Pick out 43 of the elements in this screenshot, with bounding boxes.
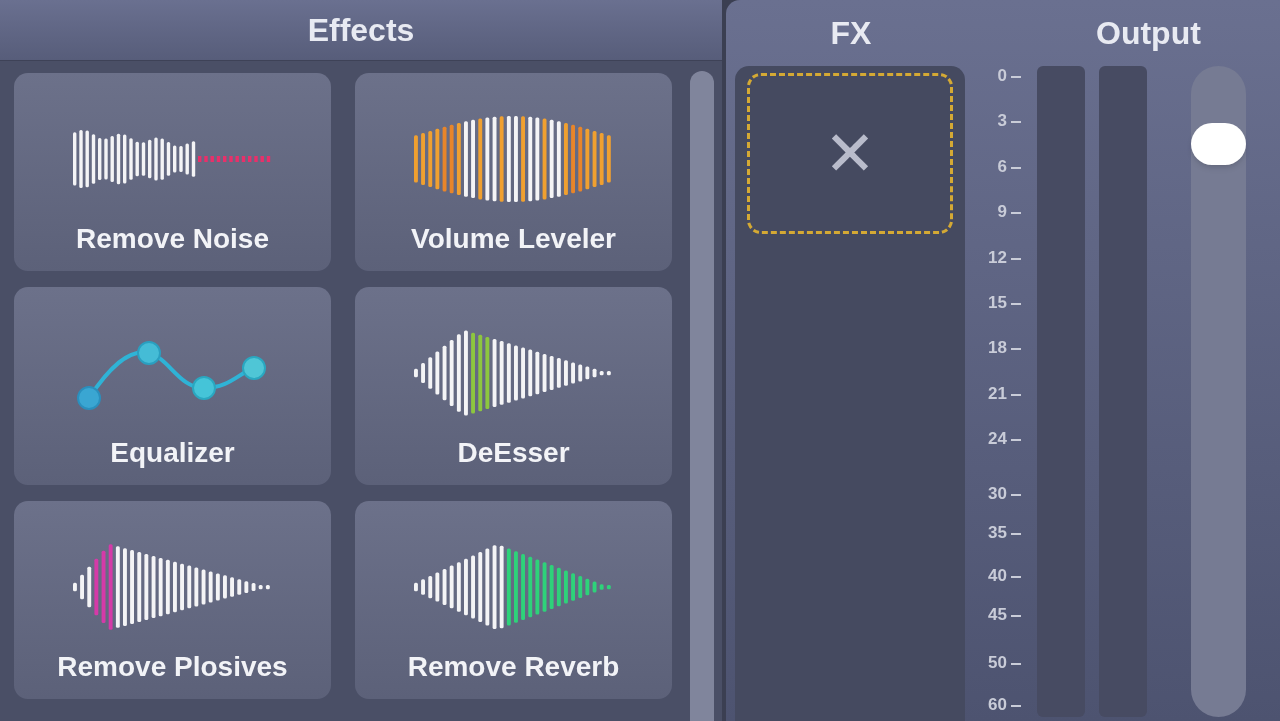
scale-tick — [1011, 615, 1021, 617]
scale-tick — [1011, 212, 1021, 214]
effect-card[interactable]: Volume Leveler — [355, 73, 672, 271]
effect-card[interactable]: Remove Reverb — [355, 501, 672, 699]
scale-label: 50 — [988, 654, 1007, 671]
scale-label: 12 — [988, 249, 1007, 266]
scale-label: 9 — [997, 203, 1007, 220]
scale-label: 21 — [988, 385, 1007, 402]
volume-slider-thumb[interactable] — [1191, 123, 1246, 166]
scale-label: 15 — [988, 294, 1007, 311]
scale-label: 35 — [988, 524, 1007, 541]
effect-card[interactable]: Remove Noise — [14, 73, 331, 271]
effect-card[interactable]: Remove Plosives — [14, 501, 331, 699]
scale-tick — [1011, 167, 1021, 169]
scale-label: 30 — [988, 485, 1007, 502]
scale-label: 0 — [997, 67, 1007, 84]
scale-label: 45 — [988, 606, 1007, 623]
scale-label: 18 — [988, 339, 1007, 356]
scale-label: 6 — [997, 158, 1007, 175]
scale-tick — [1011, 533, 1021, 535]
panel-title: Effects — [307, 11, 415, 50]
scale-tick — [1011, 663, 1021, 665]
effect-slot[interactable]: ✕ — [747, 73, 953, 234]
scale-tick — [1011, 76, 1021, 78]
scale-label: 40 — [988, 567, 1007, 584]
scale-tick — [1011, 348, 1021, 350]
scale-tick — [1011, 439, 1021, 441]
panel-title: Output — [1096, 14, 1201, 53]
scale-tick — [1011, 394, 1021, 396]
scale-label: 60 — [988, 696, 1007, 713]
close-icon[interactable]: ✕ — [824, 122, 876, 185]
scale-tick — [1011, 303, 1021, 305]
scrollbar[interactable] — [690, 71, 714, 721]
scale-tick — [1011, 576, 1021, 578]
effect-card[interactable]: Equalizer — [14, 287, 331, 485]
panel-title: FX — [829, 14, 873, 53]
scale-tick — [1011, 705, 1021, 707]
scale-tick — [1011, 494, 1021, 496]
scale-tick — [1011, 258, 1021, 260]
effect-card[interactable]: DeEsser — [355, 287, 672, 485]
scale-label: 24 — [988, 430, 1007, 447]
scale-tick — [1011, 121, 1021, 123]
scale-label: 3 — [997, 112, 1007, 129]
